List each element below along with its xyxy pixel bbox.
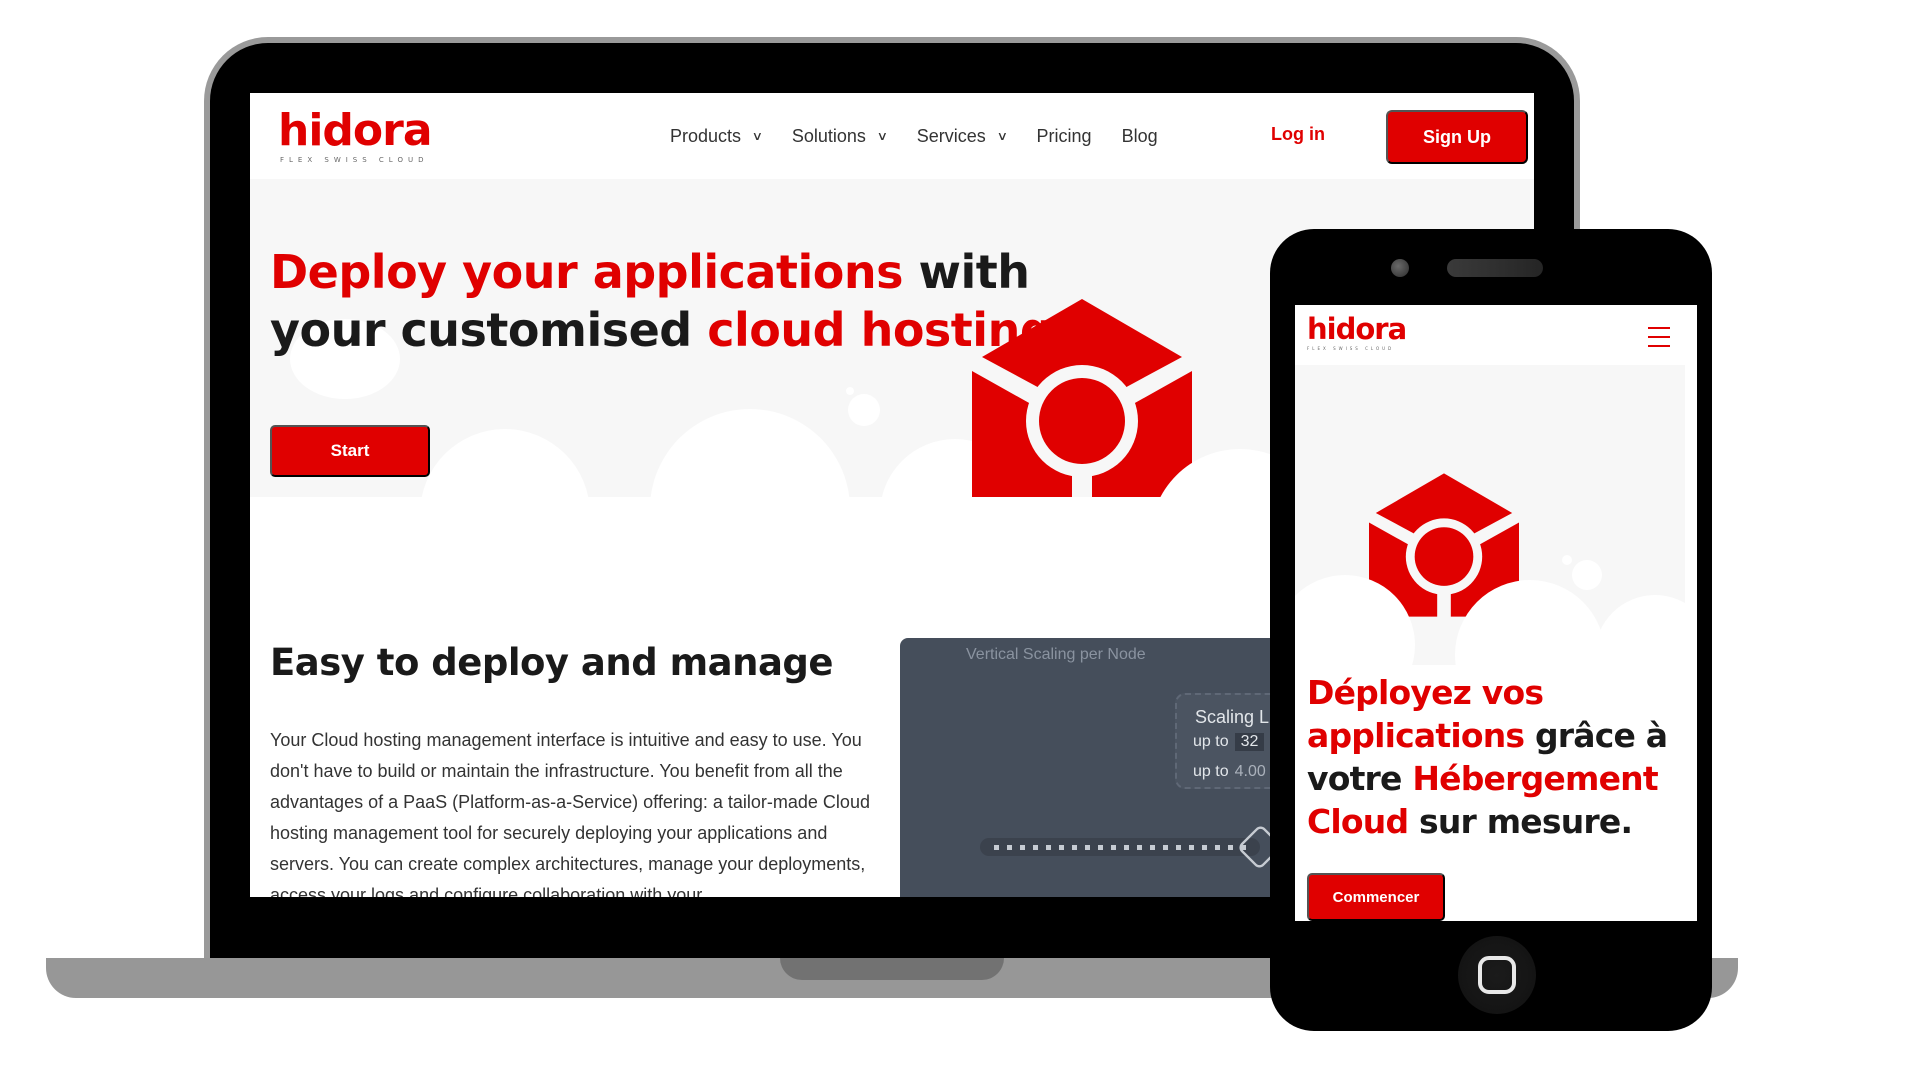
- hero-title-accent: Déployez vos: [1307, 673, 1544, 712]
- slider-dot: [1046, 844, 1051, 850]
- nav-label: Blog: [1121, 125, 1158, 146]
- mobile-hero: [1295, 365, 1685, 665]
- speaker-grille: [1447, 259, 1543, 277]
- cloud-decoration: [420, 429, 590, 497]
- slider-dot: [1202, 844, 1207, 850]
- scaling-line-2: up to 4.00: [1193, 763, 1266, 781]
- hamburger-icon[interactable]: [1648, 327, 1670, 347]
- login-link[interactable]: Log in: [1271, 124, 1325, 145]
- nav-label: Services: [916, 125, 986, 146]
- scaling-value: 32: [1234, 733, 1265, 751]
- slider-dot: [1215, 844, 1220, 850]
- slider-dot: [1111, 844, 1116, 850]
- chevron-down-icon: ∨: [751, 129, 764, 143]
- hero-title-plain: votre: [1307, 759, 1413, 798]
- commencer-button[interactable]: Commencer: [1307, 873, 1445, 921]
- nav-label: Products: [670, 125, 742, 146]
- cloud-decoration: [650, 409, 850, 497]
- bubble-decoration: [1572, 560, 1602, 590]
- scaling-slider-track: [980, 838, 1260, 856]
- nav-item-blog[interactable]: Blog: [1122, 126, 1158, 147]
- brand-logo[interactable]: hidora FLEX SWISS CLOUD: [1307, 312, 1407, 351]
- preview-title: Vertical Scaling per Node: [966, 646, 1146, 663]
- mobile-hero-title: Déployez vos applications grâce à votre …: [1307, 671, 1668, 843]
- hero-title-accent: Deploy your applications: [270, 245, 903, 299]
- slider-dot: [1098, 844, 1103, 850]
- bubble-decoration: [848, 394, 880, 426]
- slider-dot: [1189, 844, 1194, 850]
- slider-dot: [1033, 844, 1038, 850]
- start-button[interactable]: Start: [270, 425, 430, 477]
- mobile-header: hidora FLEX SWISS CLOUD: [1295, 305, 1697, 365]
- slider-dot: [1176, 844, 1181, 850]
- hero-title-plain: with: [902, 245, 1030, 299]
- nav-label: Pricing: [1036, 125, 1092, 146]
- slider-dot: [1163, 844, 1168, 850]
- scaling-line-1: up to 32: [1193, 733, 1265, 751]
- slider-dot: [1228, 844, 1233, 850]
- slider-dot: [1124, 844, 1129, 850]
- camera-icon: [1391, 259, 1409, 277]
- slider-dot: [1059, 844, 1064, 850]
- signup-button[interactable]: Sign Up: [1386, 110, 1528, 164]
- nav-item-pricing[interactable]: Pricing: [1037, 126, 1092, 147]
- logo-tagline: FLEX SWISS CLOUD: [280, 156, 429, 164]
- feature-description: Your Cloud hosting management interface …: [270, 730, 870, 897]
- phone-screen: hidora FLEX SWISS CLOUD Déployez vos app…: [1295, 305, 1697, 921]
- scaling-value: 4.00: [1234, 763, 1266, 780]
- nav-item-services[interactable]: Services ∨: [916, 125, 1008, 147]
- main-nav: Products ∨ Solutions ∨ Services ∨ Pricin…: [670, 93, 1188, 179]
- hero-title-accent: Cloud: [1307, 802, 1409, 841]
- cloud-decoration: [1595, 595, 1685, 665]
- home-button[interactable]: [1458, 936, 1536, 1014]
- nav-item-solutions[interactable]: Solutions ∨: [791, 125, 889, 147]
- site-header: hidora FLEX SWISS CLOUD Products ∨ Solut…: [250, 93, 1534, 179]
- chevron-down-icon: ∨: [876, 129, 889, 143]
- slider-dot: [1072, 844, 1077, 850]
- slider-dot: [1007, 844, 1012, 850]
- hero-title-accent: Hébergement: [1412, 759, 1658, 798]
- logo-wordmark: hidora: [278, 105, 433, 156]
- bubble-decoration: [846, 387, 854, 395]
- logo-wordmark: hidora: [1307, 312, 1407, 346]
- hero-title-plain: your customised: [270, 303, 708, 357]
- slider-dot: [994, 844, 999, 850]
- laptop-notch: [780, 958, 1004, 980]
- nav-item-products[interactable]: Products ∨: [670, 125, 764, 147]
- hero-title-plain: sur mesure.: [1408, 802, 1633, 841]
- slider-dot: [1150, 844, 1155, 850]
- cube-core: [1039, 378, 1125, 464]
- bubble-decoration: [1562, 555, 1572, 565]
- scaling-box-title: Scaling L: [1195, 707, 1270, 727]
- chevron-down-icon: ∨: [996, 129, 1008, 143]
- hero-title: Deploy your applications with your custo…: [270, 243, 1070, 359]
- cube-stem: [1076, 475, 1088, 497]
- slider-dot: [1020, 844, 1025, 850]
- nav-label: Solutions: [791, 125, 866, 146]
- brand-logo[interactable]: hidora FLEX SWISS CLOUD: [278, 105, 433, 164]
- home-square-icon: [1478, 956, 1516, 994]
- scaling-label: up to: [1193, 733, 1229, 750]
- logo-tagline: FLEX SWISS CLOUD: [1307, 346, 1395, 351]
- hero-title-accent: applications: [1307, 716, 1525, 755]
- slider-dot: [1137, 844, 1142, 850]
- hero-title-plain: grâce à: [1524, 716, 1668, 755]
- scaling-label: up to: [1193, 763, 1229, 780]
- slider-dot: [1085, 844, 1090, 850]
- hero-title-accent: cloud hosting.: [707, 303, 1070, 357]
- feature-title: Easy to deploy and manage: [270, 641, 834, 684]
